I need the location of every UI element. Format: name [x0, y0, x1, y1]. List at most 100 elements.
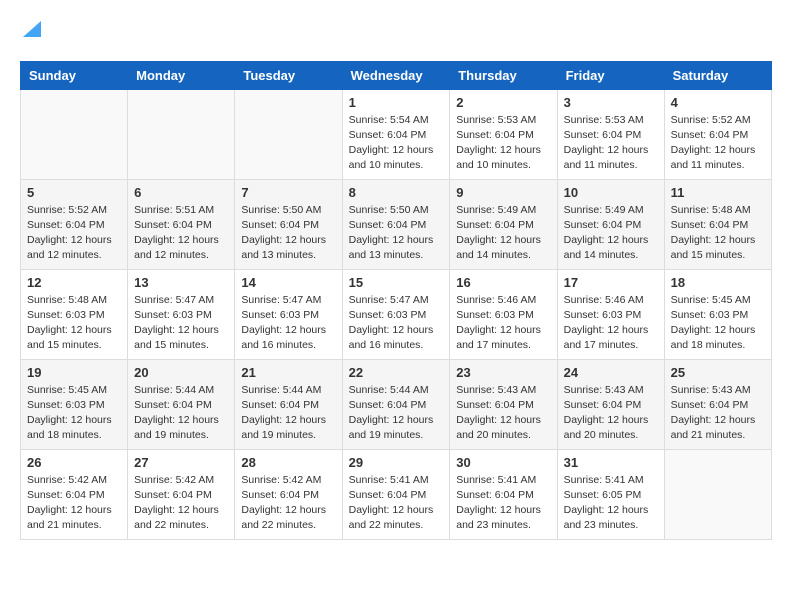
weekday-header-thursday: Thursday	[450, 61, 557, 89]
day-number: 11	[671, 185, 765, 200]
calendar-cell: 31Sunrise: 5:41 AM Sunset: 6:05 PM Dayli…	[557, 449, 664, 539]
calendar-cell: 26 Sunrise: 5:42 AM Sunset: 6:04 PM Dayli…	[21, 449, 128, 539]
day-number: 24	[564, 365, 658, 380]
day-info: Sunrise: 5:44 AM Sunset: 6:04 PM Dayligh…	[134, 383, 228, 444]
day-info: Sunrise: 5:45 AM Sunset: 6:03 PM Dayligh…	[671, 293, 765, 354]
day-info: Sunrise: 5:53 AM Sunset: 6:04 PM Dayligh…	[564, 113, 658, 174]
calendar-cell	[21, 89, 128, 179]
day-number: 30	[456, 455, 550, 470]
calendar-cell: 17 Sunrise: 5:46 AM Sunset: 6:03 PM Dayli…	[557, 269, 664, 359]
day-info: Sunrise: 5:46 AM Sunset: 6:03 PM Dayligh…	[564, 293, 658, 354]
day-info: Sunrise: 5:43 AM Sunset: 6:04 PM Dayligh…	[671, 383, 765, 444]
day-number: 29	[349, 455, 444, 470]
calendar-cell	[664, 449, 771, 539]
week-row-5: 26 Sunrise: 5:42 AM Sunset: 6:04 PM Dayli…	[21, 449, 772, 539]
day-number: 14	[241, 275, 335, 290]
weekday-header-friday: Friday	[557, 61, 664, 89]
day-number: 5	[27, 185, 121, 200]
day-info: Sunrise: 5:50 AM Sunset: 6:04 PM Dayligh…	[349, 203, 444, 264]
day-number: 9	[456, 185, 550, 200]
day-info: Sunrise: 5:42 AM Sunset: 6:04 PM Dayligh…	[241, 473, 335, 534]
calendar-cell: 19 Sunrise: 5:45 AM Sunset: 6:03 PM Dayli…	[21, 359, 128, 449]
day-number: 25	[671, 365, 765, 380]
day-number: 23	[456, 365, 550, 380]
day-info: Sunrise: 5:45 AM Sunset: 6:03 PM Dayligh…	[27, 383, 121, 444]
weekday-header-tuesday: Tuesday	[235, 61, 342, 89]
calendar-header-row: SundayMondayTuesdayWednesdayThursdayFrid…	[21, 61, 772, 89]
weekday-header-saturday: Saturday	[664, 61, 771, 89]
day-info: Sunrise: 5:47 AM Sunset: 6:03 PM Dayligh…	[349, 293, 444, 354]
calendar-cell: 14 Sunrise: 5:47 AM Sunset: 6:03 PM Dayli…	[235, 269, 342, 359]
calendar-cell: 5 Sunrise: 5:52 AM Sunset: 6:04 PM Daylig…	[21, 179, 128, 269]
calendar-cell: 23 Sunrise: 5:43 AM Sunset: 6:04 PM Dayli…	[450, 359, 557, 449]
day-info: Sunrise: 5:51 AM Sunset: 6:04 PM Dayligh…	[134, 203, 228, 264]
calendar-cell: 22Sunrise: 5:44 AM Sunset: 6:04 PM Dayli…	[342, 359, 450, 449]
day-number: 17	[564, 275, 658, 290]
week-row-2: 5 Sunrise: 5:52 AM Sunset: 6:04 PM Daylig…	[21, 179, 772, 269]
calendar-cell: 10Sunrise: 5:49 AM Sunset: 6:04 PM Dayli…	[557, 179, 664, 269]
day-number: 7	[241, 185, 335, 200]
day-info: Sunrise: 5:43 AM Sunset: 6:04 PM Dayligh…	[456, 383, 550, 444]
day-number: 19	[27, 365, 121, 380]
calendar-cell: 20 Sunrise: 5:44 AM Sunset: 6:04 PM Dayli…	[128, 359, 235, 449]
day-info: Sunrise: 5:47 AM Sunset: 6:03 PM Dayligh…	[134, 293, 228, 354]
calendar-cell: 11Sunrise: 5:48 AM Sunset: 6:04 PM Dayli…	[664, 179, 771, 269]
day-info: Sunrise: 5:52 AM Sunset: 6:04 PM Dayligh…	[27, 203, 121, 264]
weekday-header-wednesday: Wednesday	[342, 61, 450, 89]
calendar-cell: 7 Sunrise: 5:50 AM Sunset: 6:04 PM Daylig…	[235, 179, 342, 269]
day-number: 27	[134, 455, 228, 470]
day-number: 6	[134, 185, 228, 200]
week-row-3: 12 Sunrise: 5:48 AM Sunset: 6:03 PM Dayli…	[21, 269, 772, 359]
calendar-cell: 30Sunrise: 5:41 AM Sunset: 6:04 PM Dayli…	[450, 449, 557, 539]
day-info: Sunrise: 5:42 AM Sunset: 6:04 PM Dayligh…	[27, 473, 121, 534]
calendar-cell: 3Sunrise: 5:53 AM Sunset: 6:04 PM Daylig…	[557, 89, 664, 179]
day-number: 4	[671, 95, 765, 110]
day-number: 18	[671, 275, 765, 290]
day-number: 12	[27, 275, 121, 290]
day-info: Sunrise: 5:43 AM Sunset: 6:04 PM Dayligh…	[564, 383, 658, 444]
day-info: Sunrise: 5:50 AM Sunset: 6:04 PM Dayligh…	[241, 203, 335, 264]
day-number: 8	[349, 185, 444, 200]
calendar-cell: 27Sunrise: 5:42 AM Sunset: 6:04 PM Dayli…	[128, 449, 235, 539]
day-number: 16	[456, 275, 550, 290]
day-number: 26	[27, 455, 121, 470]
day-info: Sunrise: 5:54 AM Sunset: 6:04 PM Dayligh…	[349, 113, 444, 174]
day-info: Sunrise: 5:44 AM Sunset: 6:04 PM Dayligh…	[241, 383, 335, 444]
day-number: 20	[134, 365, 228, 380]
calendar-cell: 6 Sunrise: 5:51 AM Sunset: 6:04 PM Daylig…	[128, 179, 235, 269]
day-info: Sunrise: 5:52 AM Sunset: 6:04 PM Dayligh…	[671, 113, 765, 174]
day-number: 13	[134, 275, 228, 290]
calendar-cell: 2 Sunrise: 5:53 AM Sunset: 6:04 PM Daylig…	[450, 89, 557, 179]
calendar-cell: 24 Sunrise: 5:43 AM Sunset: 6:04 PM Dayli…	[557, 359, 664, 449]
day-number: 1	[349, 95, 444, 110]
day-info: Sunrise: 5:44 AM Sunset: 6:04 PM Dayligh…	[349, 383, 444, 444]
calendar-cell: 18 Sunrise: 5:45 AM Sunset: 6:03 PM Dayli…	[664, 269, 771, 359]
calendar-cell	[235, 89, 342, 179]
calendar-cell: 12 Sunrise: 5:48 AM Sunset: 6:03 PM Dayli…	[21, 269, 128, 359]
calendar-cell: 15 Sunrise: 5:47 AM Sunset: 6:03 PM Dayli…	[342, 269, 450, 359]
day-info: Sunrise: 5:49 AM Sunset: 6:04 PM Dayligh…	[456, 203, 550, 264]
logo	[20, 20, 41, 45]
calendar-cell: 1 Sunrise: 5:54 AM Sunset: 6:04 PM Daylig…	[342, 89, 450, 179]
day-info: Sunrise: 5:53 AM Sunset: 6:04 PM Dayligh…	[456, 113, 550, 174]
page-header	[20, 20, 772, 45]
week-row-4: 19 Sunrise: 5:45 AM Sunset: 6:03 PM Dayli…	[21, 359, 772, 449]
calendar-cell: 9 Sunrise: 5:49 AM Sunset: 6:04 PM Daylig…	[450, 179, 557, 269]
calendar-cell: 21 Sunrise: 5:44 AM Sunset: 6:04 PM Dayli…	[235, 359, 342, 449]
logo-icon	[23, 17, 41, 37]
day-info: Sunrise: 5:48 AM Sunset: 6:03 PM Dayligh…	[27, 293, 121, 354]
day-info: Sunrise: 5:41 AM Sunset: 6:04 PM Dayligh…	[349, 473, 444, 534]
day-info: Sunrise: 5:47 AM Sunset: 6:03 PM Dayligh…	[241, 293, 335, 354]
calendar-cell: 16 Sunrise: 5:46 AM Sunset: 6:03 PM Dayli…	[450, 269, 557, 359]
week-row-1: 1 Sunrise: 5:54 AM Sunset: 6:04 PM Daylig…	[21, 89, 772, 179]
calendar-cell: 28 Sunrise: 5:42 AM Sunset: 6:04 PM Dayli…	[235, 449, 342, 539]
weekday-header-monday: Monday	[128, 61, 235, 89]
day-info: Sunrise: 5:49 AM Sunset: 6:04 PM Dayligh…	[564, 203, 658, 264]
day-number: 21	[241, 365, 335, 380]
day-info: Sunrise: 5:46 AM Sunset: 6:03 PM Dayligh…	[456, 293, 550, 354]
day-number: 15	[349, 275, 444, 290]
day-number: 28	[241, 455, 335, 470]
calendar-cell: 4 Sunrise: 5:52 AM Sunset: 6:04 PM Daylig…	[664, 89, 771, 179]
day-number: 2	[456, 95, 550, 110]
calendar-cell	[128, 89, 235, 179]
